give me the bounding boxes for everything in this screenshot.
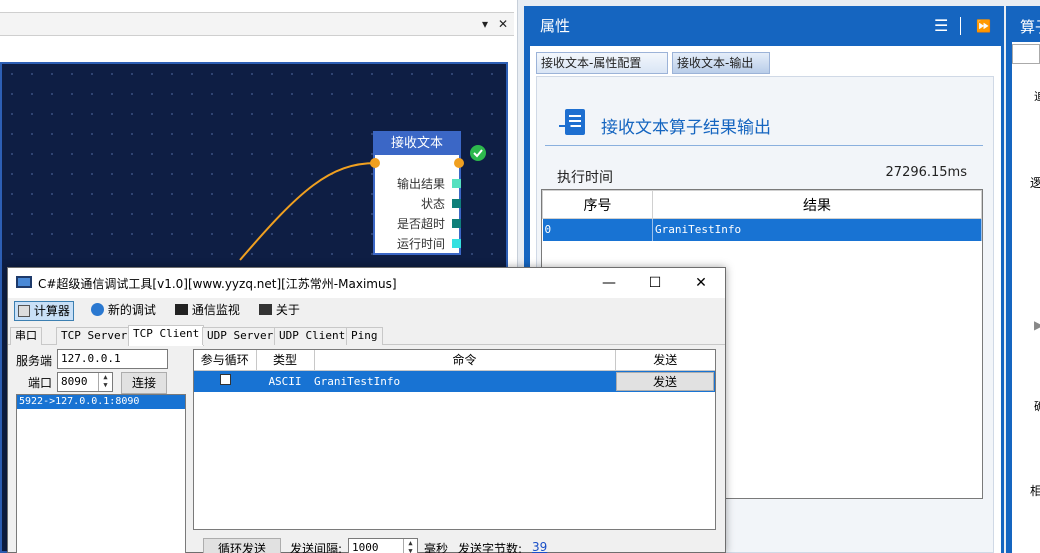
about-button[interactable]: 关于 bbox=[256, 301, 303, 321]
tab-udp-server[interactable]: UDP Server bbox=[202, 327, 279, 345]
calculator-button[interactable]: 计算器 bbox=[14, 301, 74, 321]
ms-label: 毫秒 bbox=[424, 542, 449, 553]
properties-header: 属性 ☰ ⏩ bbox=[524, 6, 1004, 46]
tab-tcp-client[interactable]: TCP Client bbox=[128, 325, 205, 346]
operator-search-input[interactable] bbox=[1012, 44, 1040, 64]
app-icon bbox=[16, 276, 32, 288]
minimize-button[interactable]: — bbox=[586, 268, 632, 298]
loop-send-button[interactable]: 循环发送 bbox=[203, 538, 281, 553]
tab-ping[interactable]: Ping bbox=[346, 327, 383, 345]
window-title: C#超级通信调试工具[v1.0][www.yyzq.net][江苏常州-Maxi… bbox=[38, 277, 397, 291]
close-button[interactable]: ✕ bbox=[678, 268, 724, 298]
port-input[interactable]: 8090 ▲ ▼ bbox=[57, 372, 113, 392]
expand-arrow-icon[interactable]: ▶ bbox=[1034, 318, 1040, 332]
window-titlebar[interactable]: C#超级通信调试工具[v1.0][www.yyzq.net][江苏常州-Maxi… bbox=[8, 268, 725, 298]
interval-value: 1000 bbox=[352, 541, 379, 553]
heading-divider bbox=[545, 145, 983, 146]
output-port-dot[interactable] bbox=[454, 158, 464, 168]
interval-label: 发送间隔: bbox=[290, 542, 343, 553]
collapse-arrow-icon[interactable]: ⏩ bbox=[976, 6, 991, 46]
tab-property-config[interactable]: 接收文本-属性配置 bbox=[536, 52, 668, 74]
col-command: 命令 bbox=[314, 350, 616, 371]
input-port-dot[interactable] bbox=[370, 158, 380, 168]
exec-time-value: 27296.15ms bbox=[885, 165, 967, 180]
list-item[interactable]: 5922->127.0.0.1:8090 bbox=[17, 395, 185, 409]
exec-time-label: 执行时间 bbox=[557, 170, 613, 186]
operator-list: 追 逻 ▶ 确 相 bbox=[1012, 42, 1040, 553]
command-table[interactable]: 参与循环 类型 命令 发送 ASCII GraniTestInfo 发送 bbox=[193, 349, 716, 530]
output-heading: 接收文本算子结果输出 bbox=[601, 118, 771, 138]
operator-panel: 算子 追 逻 ▶ 确 相 bbox=[1006, 6, 1040, 553]
document-icon bbox=[559, 109, 585, 135]
node-title: 接收文本 bbox=[375, 133, 459, 155]
operator-item[interactable]: 逻 bbox=[1030, 174, 1040, 191]
operator-item[interactable]: 追 bbox=[1034, 88, 1040, 104]
about-label: 关于 bbox=[275, 303, 300, 317]
interval-input[interactable]: 1000 ▲ ▼ bbox=[348, 538, 418, 553]
cell-type: ASCII bbox=[256, 370, 314, 392]
bytes-label: 发送字节数: bbox=[458, 542, 523, 553]
port-connector[interactable] bbox=[452, 179, 461, 188]
protocol-tabs: 串口 TCP Server TCP Client UDP Server UDP … bbox=[8, 325, 725, 346]
bytes-value: 39 bbox=[532, 540, 548, 553]
cell-index: 0 bbox=[542, 218, 653, 241]
port-output-result: 输出结果 bbox=[396, 177, 445, 191]
calculator-label: 计算器 bbox=[33, 304, 70, 318]
col-type: 类型 bbox=[256, 350, 315, 371]
loop-checkbox-cell bbox=[194, 370, 256, 392]
monitor-button[interactable]: 通信监视 bbox=[172, 301, 243, 321]
properties-title: 属性 bbox=[540, 17, 571, 35]
col-loop: 参与循环 bbox=[194, 350, 257, 371]
tab-serial[interactable]: 串口 bbox=[10, 327, 42, 345]
tab-tcp-server[interactable]: TCP Server bbox=[56, 327, 133, 345]
tab-udp-client[interactable]: UDP Client bbox=[274, 327, 351, 345]
toolbar: 计算器 新的调试 通信监视 关于 bbox=[8, 298, 725, 324]
interval-stepper-icon[interactable]: ▲ ▼ bbox=[403, 539, 417, 553]
loop-checkbox[interactable] bbox=[219, 374, 231, 385]
server-label: 服务端 bbox=[16, 354, 53, 368]
port-runtime: 运行时间 bbox=[396, 237, 445, 251]
port-connector[interactable] bbox=[452, 239, 461, 248]
row-send-button[interactable]: 发送 bbox=[616, 371, 714, 391]
receive-text-node[interactable]: 接收文本 输出结果 状态 是否超时 运行时间 bbox=[373, 131, 461, 255]
port-label: 端口 bbox=[28, 376, 53, 390]
port-stepper-icon[interactable]: ▲ ▼ bbox=[98, 373, 112, 391]
col-index: 序号 bbox=[542, 190, 653, 219]
operator-item[interactable]: 确 bbox=[1034, 398, 1040, 414]
new-debug-button[interactable]: 新的调试 bbox=[88, 301, 159, 321]
monitor-label: 通信监视 bbox=[191, 303, 240, 317]
table-row[interactable]: ASCII GraniTestInfo 发送 bbox=[194, 370, 715, 392]
cell-result: GraniTestInfo bbox=[652, 218, 982, 241]
new-debug-label: 新的调试 bbox=[107, 303, 156, 317]
maximize-button[interactable]: ☐ bbox=[632, 268, 678, 298]
port-value: 8090 bbox=[61, 375, 88, 388]
port-status: 状态 bbox=[420, 197, 445, 211]
connect-button[interactable]: 连接 bbox=[121, 372, 167, 394]
table-row[interactable]: 0 GraniTestInfo bbox=[542, 218, 982, 241]
cell-command[interactable]: GraniTestInfo bbox=[314, 370, 615, 392]
tab-output[interactable]: 接收文本-输出 bbox=[672, 52, 770, 74]
col-send: 发送 bbox=[615, 350, 715, 371]
port-connector[interactable] bbox=[452, 199, 461, 208]
globe-icon bbox=[91, 303, 104, 316]
monitor-icon bbox=[175, 304, 188, 315]
header-divider bbox=[960, 17, 961, 35]
port-connector[interactable] bbox=[452, 219, 461, 228]
col-result: 结果 bbox=[652, 190, 982, 219]
calculator-icon bbox=[18, 305, 30, 317]
comm-debug-window: C#超级通信调试工具[v1.0][www.yyzq.net][江苏常州-Maxi… bbox=[7, 267, 726, 553]
operator-item[interactable]: 相 bbox=[1030, 482, 1040, 499]
connection-list[interactable]: 5922->127.0.0.1:8090 bbox=[16, 394, 186, 553]
send-cell: 发送 bbox=[615, 370, 715, 392]
success-check-icon bbox=[470, 145, 486, 161]
operator-title: 算子 bbox=[1020, 18, 1040, 36]
about-icon bbox=[259, 304, 272, 315]
port-timeout: 是否超时 bbox=[396, 217, 445, 231]
server-input[interactable]: 127.0.0.1 bbox=[57, 349, 168, 369]
menu-icon[interactable]: ☰ bbox=[934, 6, 948, 46]
